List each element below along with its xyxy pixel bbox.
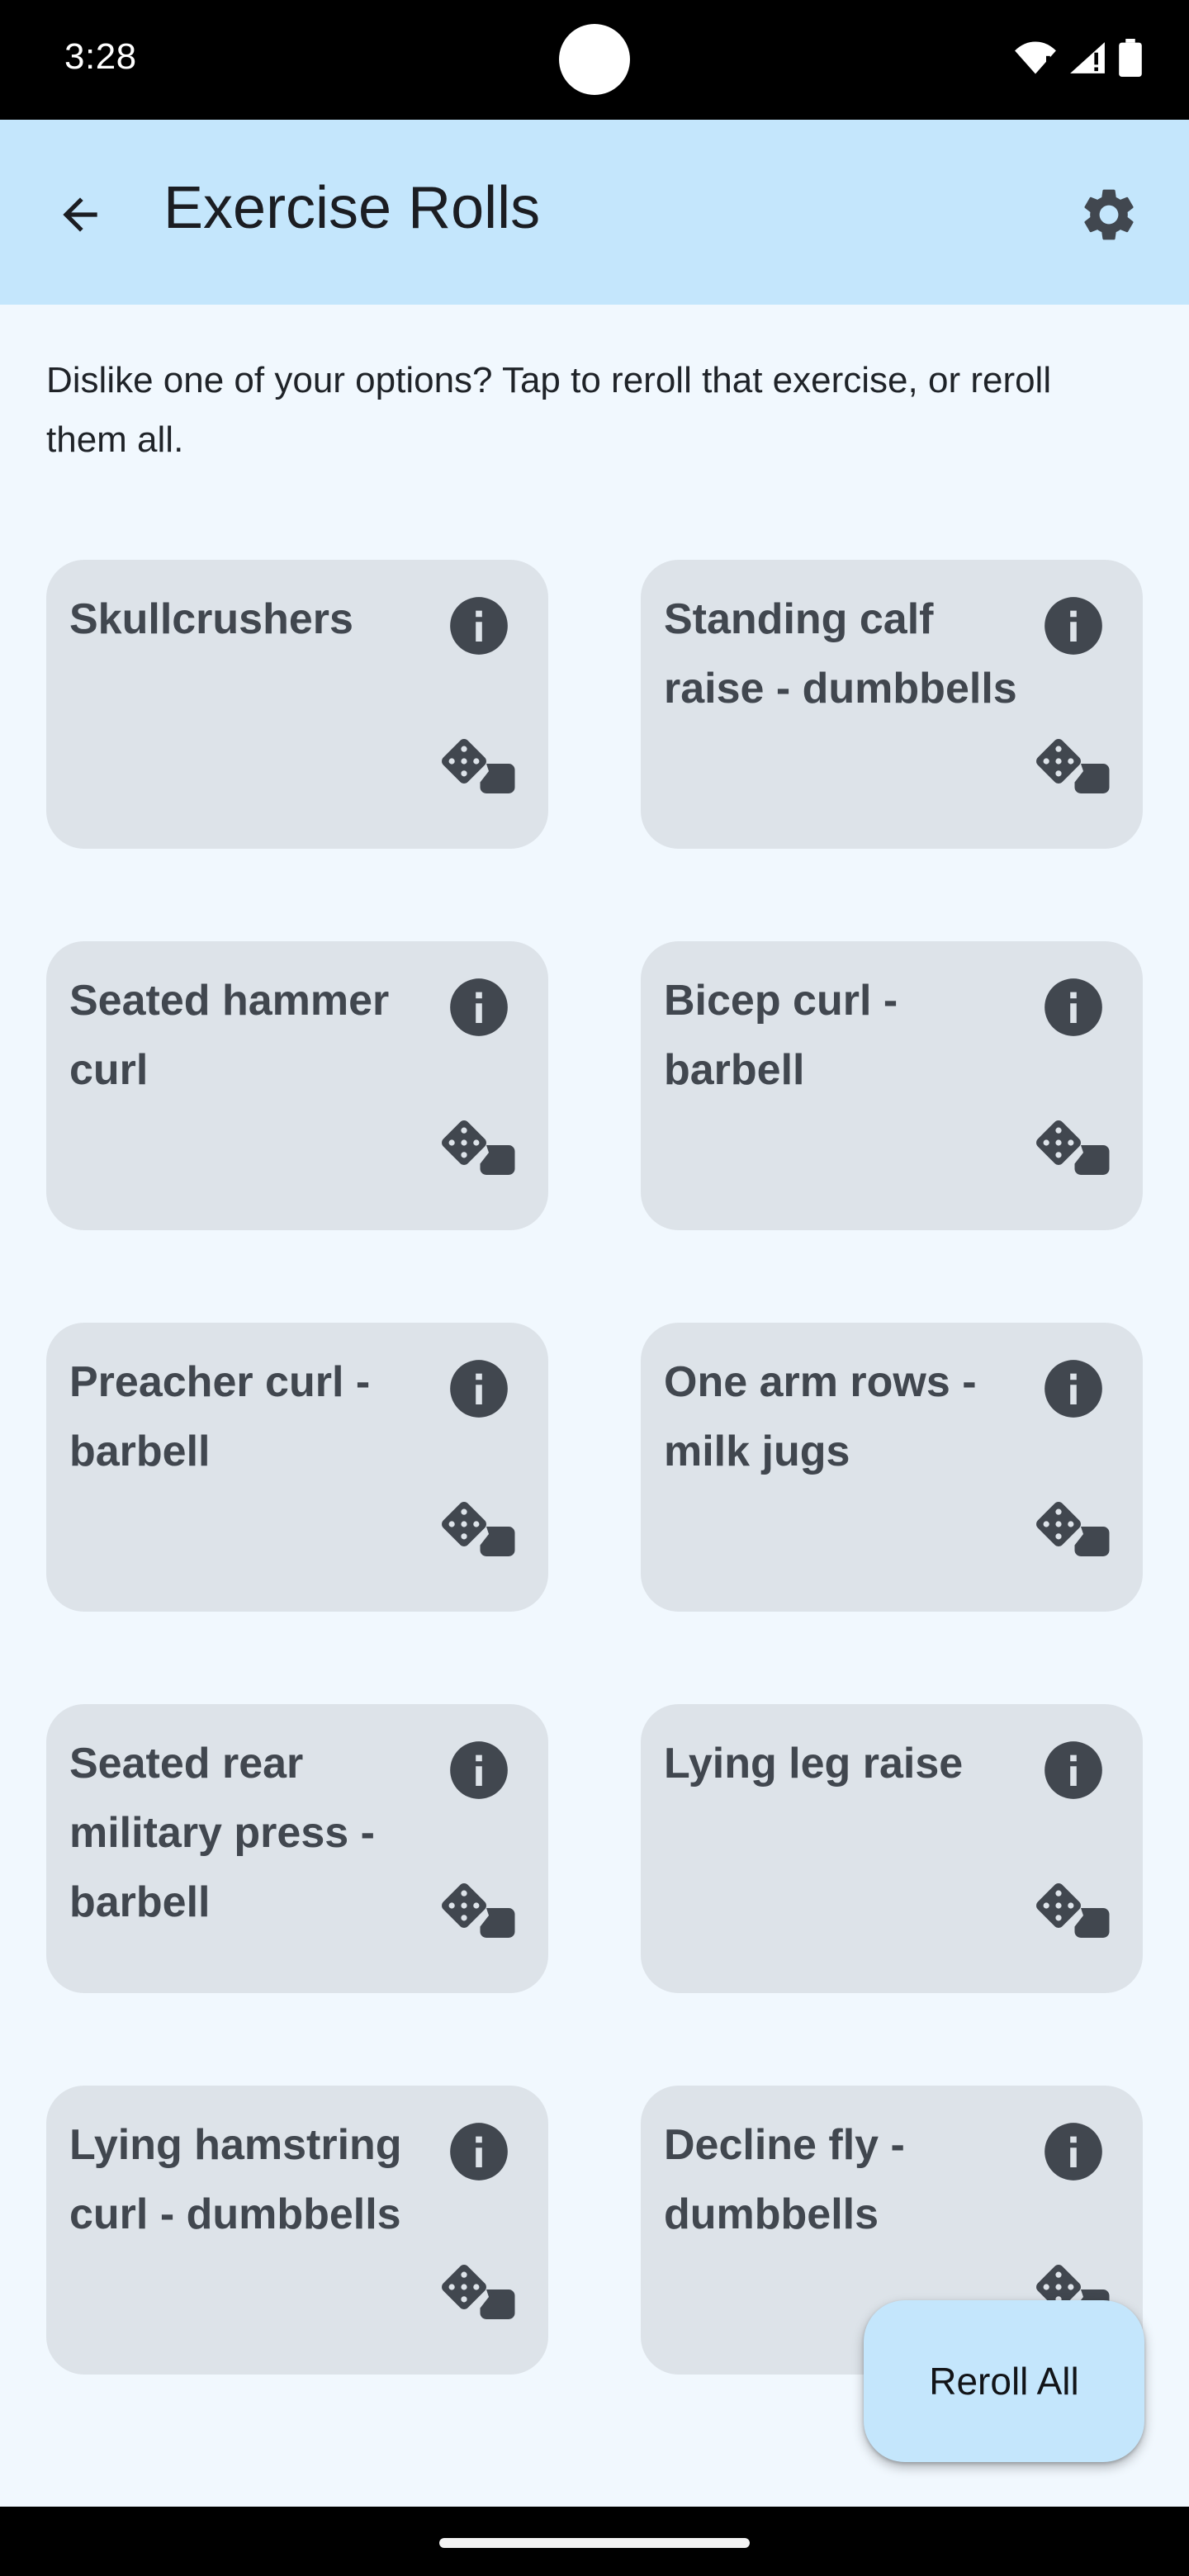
exercise-card[interactable]: Preacher curl - barbell xyxy=(46,1323,548,1612)
exercise-card[interactable]: One arm rows - milk jugs xyxy=(641,1323,1143,1612)
status-time: 3:28 xyxy=(64,36,137,77)
exercise-card[interactable]: Skullcrushers xyxy=(46,560,548,849)
reroll-all-button[interactable]: Reroll All xyxy=(864,2300,1144,2462)
info-button[interactable] xyxy=(448,1740,510,1803)
exercise-name: Lying hamstring curl - dumbbells xyxy=(69,2121,402,2238)
info-button[interactable] xyxy=(1042,2122,1105,2185)
info-icon xyxy=(1042,976,1105,1043)
info-icon xyxy=(1042,1357,1105,1424)
exercise-card[interactable]: Standing calf raise - dumbbells xyxy=(641,560,1143,849)
info-icon xyxy=(448,1739,510,1806)
exercise-card[interactable]: Seated rear military press - barbell xyxy=(46,1704,548,1993)
dice-icon xyxy=(442,1882,516,1943)
info-icon xyxy=(448,2120,510,2187)
status-icons xyxy=(1014,36,1143,79)
dice-icon xyxy=(442,1501,516,1561)
info-button[interactable] xyxy=(1042,1359,1105,1422)
gear-icon xyxy=(1078,183,1140,250)
info-button[interactable] xyxy=(448,2122,510,2185)
dice-icon xyxy=(442,738,516,798)
exercise-name: Bicep curl - barbell xyxy=(664,977,898,1094)
status-bar: 3:28 xyxy=(0,0,1189,120)
reroll-button[interactable] xyxy=(441,1879,517,1945)
info-button[interactable] xyxy=(448,1359,510,1422)
reroll-button[interactable] xyxy=(1035,735,1111,801)
exercise-name: Standing calf raise - dumbbells xyxy=(664,595,1017,713)
info-icon xyxy=(1042,1739,1105,1806)
info-icon xyxy=(448,1357,510,1424)
reroll-button[interactable] xyxy=(1035,1116,1111,1182)
exercise-card[interactable]: Seated hammer curl xyxy=(46,941,548,1230)
info-icon xyxy=(1042,594,1105,661)
reroll-button[interactable] xyxy=(441,735,517,801)
camera-cutout xyxy=(559,24,630,95)
info-icon xyxy=(1042,2120,1105,2187)
exercise-name: Lying leg raise xyxy=(664,1740,964,1788)
exercise-name: Seated hammer curl xyxy=(69,977,390,1094)
info-button[interactable] xyxy=(1042,596,1105,659)
wifi-icon xyxy=(1014,40,1057,76)
info-button[interactable] xyxy=(1042,1740,1105,1803)
arrow-back-icon xyxy=(54,189,106,244)
reroll-button[interactable] xyxy=(1035,1498,1111,1564)
dice-icon xyxy=(1036,738,1111,798)
reroll-button[interactable] xyxy=(441,2261,517,2327)
app-bar: Exercise Rolls xyxy=(0,120,1189,305)
info-button[interactable] xyxy=(1042,978,1105,1040)
info-button[interactable] xyxy=(448,596,510,659)
battery-icon xyxy=(1118,39,1143,77)
dice-icon xyxy=(442,2264,516,2324)
settings-button[interactable] xyxy=(1072,179,1146,253)
exercise-name: Decline fly - dumbbells xyxy=(664,2121,905,2238)
dice-icon xyxy=(1036,1882,1111,1943)
exercise-name: Seated rear military press - barbell xyxy=(69,1740,375,1926)
home-handle[interactable] xyxy=(439,2538,750,2548)
info-icon xyxy=(448,594,510,661)
dice-icon xyxy=(1036,1120,1111,1180)
reroll-button[interactable] xyxy=(441,1498,517,1564)
page-title: Exercise Rolls xyxy=(163,175,541,241)
dice-icon xyxy=(442,1120,516,1180)
reroll-button[interactable] xyxy=(1035,1879,1111,1945)
exercise-name: Preacher curl - barbell xyxy=(69,1358,371,1475)
exercise-name: Skullcrushers xyxy=(69,595,353,643)
exercise-name: One arm rows - milk jugs xyxy=(664,1358,977,1475)
back-button[interactable] xyxy=(43,179,117,253)
reroll-button[interactable] xyxy=(441,1116,517,1182)
dice-icon xyxy=(1036,1501,1111,1561)
exercise-card[interactable]: Bicep curl - barbell xyxy=(641,941,1143,1230)
exercise-card[interactable]: Lying leg raise xyxy=(641,1704,1143,1993)
exercise-card[interactable]: Lying hamstring curl - dumbbells xyxy=(46,2086,548,2375)
info-button[interactable] xyxy=(448,978,510,1040)
cell-signal-icon xyxy=(1068,40,1106,76)
info-icon xyxy=(448,976,510,1043)
instructions-text: Dislike one of your options? Tap to rero… xyxy=(46,360,1052,460)
navigation-bar xyxy=(0,2507,1189,2576)
